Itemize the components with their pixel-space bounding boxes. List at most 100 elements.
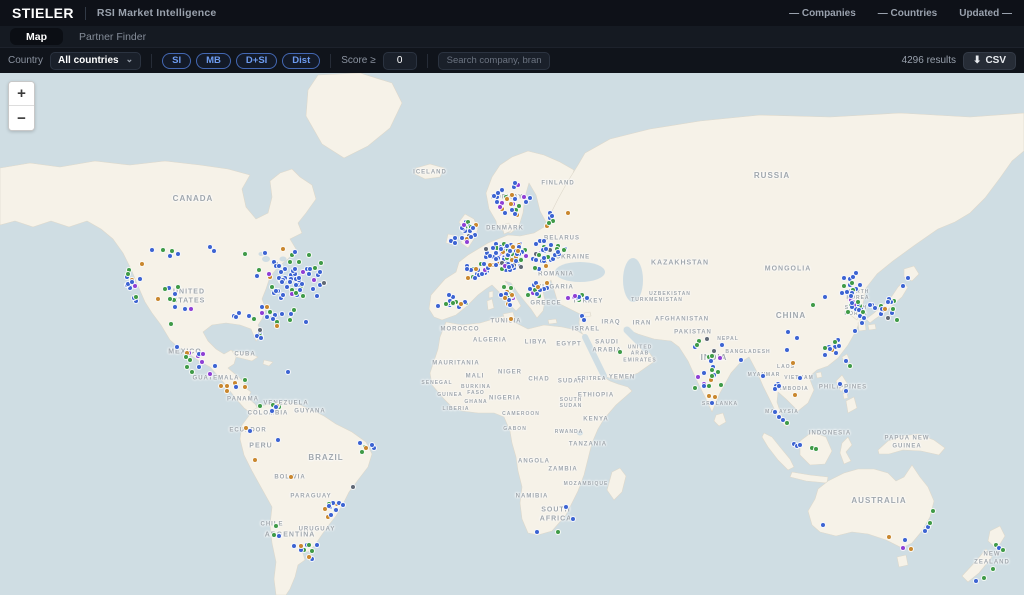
map-dot[interactable] xyxy=(508,316,514,322)
map-dot[interactable] xyxy=(852,328,858,334)
map-dot[interactable] xyxy=(247,428,253,434)
map-dot[interactable] xyxy=(712,394,718,400)
map-dot[interactable] xyxy=(502,210,508,216)
map-dot[interactable] xyxy=(541,255,547,261)
tab-map[interactable]: Map xyxy=(10,28,63,45)
map-dot[interactable] xyxy=(172,291,178,297)
map-dot[interactable] xyxy=(784,347,790,353)
map-dot[interactable] xyxy=(218,383,224,389)
map-dot[interactable] xyxy=(139,261,145,267)
map-dot[interactable] xyxy=(340,502,346,508)
map-dot[interactable] xyxy=(254,273,260,279)
map-dot[interactable] xyxy=(443,301,449,307)
map-dot[interactable] xyxy=(133,294,139,300)
map-dot[interactable] xyxy=(694,342,700,348)
map-dot[interactable] xyxy=(199,359,205,365)
map-dot[interactable] xyxy=(797,442,803,448)
map-dot[interactable] xyxy=(461,222,467,228)
map-dot[interactable] xyxy=(273,523,279,529)
map-dot[interactable] xyxy=(168,321,174,327)
map-dot[interactable] xyxy=(167,296,173,302)
map-dot[interactable] xyxy=(188,306,194,312)
map-dot[interactable] xyxy=(498,292,504,298)
map-dot[interactable] xyxy=(822,352,828,358)
map-dot[interactable] xyxy=(183,354,189,360)
map-dot[interactable] xyxy=(464,239,470,245)
map-dot[interactable] xyxy=(546,220,552,226)
map-dot[interactable] xyxy=(506,264,512,270)
map-dot[interactable] xyxy=(497,204,503,210)
map-dot[interactable] xyxy=(303,319,309,325)
map-dot[interactable] xyxy=(284,284,290,290)
map-dot[interactable] xyxy=(495,190,501,196)
map-dot[interactable] xyxy=(275,437,281,443)
map-dot[interactable] xyxy=(849,280,855,286)
map-dot[interactable] xyxy=(257,403,263,409)
map-dot[interactable] xyxy=(200,351,206,357)
map-dot[interactable] xyxy=(326,503,332,509)
map-dot[interactable] xyxy=(242,384,248,390)
map-dot[interactable] xyxy=(233,314,239,320)
map-dot[interactable] xyxy=(487,262,493,268)
map-dot[interactable] xyxy=(837,381,843,387)
map-dot[interactable] xyxy=(784,420,790,426)
map-dot[interactable] xyxy=(555,529,561,535)
map-dot[interactable] xyxy=(458,301,464,307)
map-dot[interactable] xyxy=(794,335,800,341)
map-dot[interactable] xyxy=(207,371,213,377)
map-dot[interactable] xyxy=(507,248,513,254)
map-dot[interactable] xyxy=(894,317,900,323)
map-dot[interactable] xyxy=(498,246,504,252)
world-map[interactable]: CANADAUNITED STATESMEXICOCUBAGUATEMALAPA… xyxy=(0,73,1024,595)
map-dot[interactable] xyxy=(262,250,268,256)
map-dot[interactable] xyxy=(709,353,715,359)
map-dot[interactable] xyxy=(822,294,828,300)
country-select[interactable]: All countries ⌄ xyxy=(50,52,141,70)
map-dot[interactable] xyxy=(292,249,298,255)
map-dot[interactable] xyxy=(535,284,541,290)
map-dot[interactable] xyxy=(252,457,258,463)
filter-pill-dist[interactable]: Dist xyxy=(282,53,320,69)
map-dot[interactable] xyxy=(257,327,263,333)
map-dot[interactable] xyxy=(189,369,195,375)
map-dot[interactable] xyxy=(882,306,888,312)
map-dot[interactable] xyxy=(518,264,524,270)
map-dot[interactable] xyxy=(280,292,286,298)
map-dot[interactable] xyxy=(276,533,282,539)
map-dot[interactable] xyxy=(548,242,554,248)
map-dot[interactable] xyxy=(311,277,317,283)
map-dot[interactable] xyxy=(137,276,143,282)
map-dot[interactable] xyxy=(532,265,538,271)
map-dot[interactable] xyxy=(468,234,474,240)
map-dot[interactable] xyxy=(483,246,489,252)
map-dot[interactable] xyxy=(701,370,707,376)
map-dot[interactable] xyxy=(827,346,833,352)
map-dot[interactable] xyxy=(287,317,293,323)
map-dot[interactable] xyxy=(1000,547,1006,553)
map-dot[interactable] xyxy=(291,543,297,549)
map-dot[interactable] xyxy=(333,507,339,513)
map-dot[interactable] xyxy=(905,275,911,281)
map-dot[interactable] xyxy=(581,317,587,323)
map-dot[interactable] xyxy=(521,194,527,200)
map-dot[interactable] xyxy=(738,357,744,363)
map-dot[interactable] xyxy=(293,290,299,296)
map-dot[interactable] xyxy=(797,375,803,381)
map-dot[interactable] xyxy=(908,546,914,552)
map-dot[interactable] xyxy=(885,315,891,321)
map-dot[interactable] xyxy=(278,269,284,275)
map-dot[interactable] xyxy=(855,299,861,305)
map-dot[interactable] xyxy=(328,512,334,518)
map-dot[interactable] xyxy=(251,316,257,322)
map-dot[interactable] xyxy=(572,293,578,299)
map-dot[interactable] xyxy=(288,474,294,480)
map-dot[interactable] xyxy=(525,292,531,298)
map-dot[interactable] xyxy=(922,528,928,534)
map-dot[interactable] xyxy=(900,283,906,289)
map-dot[interactable] xyxy=(274,323,280,329)
map-dot[interactable] xyxy=(692,385,698,391)
map-dot[interactable] xyxy=(264,314,270,320)
map-dot[interactable] xyxy=(704,336,710,342)
map-dot[interactable] xyxy=(843,388,849,394)
map-dot[interactable] xyxy=(258,335,264,341)
